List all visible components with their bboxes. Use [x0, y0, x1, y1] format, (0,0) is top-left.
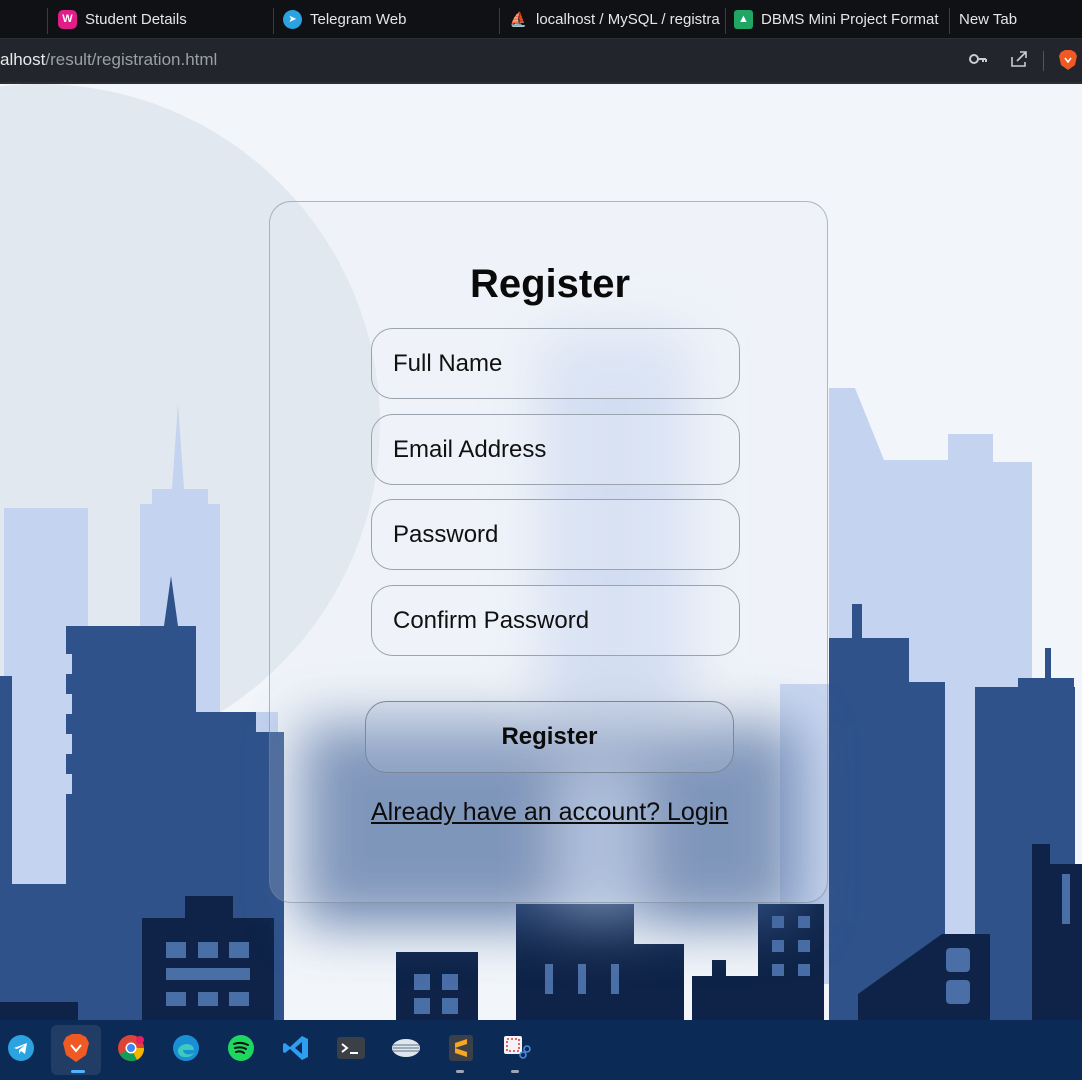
- tab-new-tab[interactable]: New Tab: [959, 0, 1069, 38]
- url-field[interactable]: alhost/result/registration.html: [0, 50, 217, 70]
- register-button[interactable]: Register: [365, 701, 734, 773]
- brave-icon[interactable]: [59, 1031, 93, 1065]
- tab-separator: [273, 8, 274, 34]
- browser-tab-strip: W Student Details ➤ Telegram Web ⛵ local…: [0, 0, 1082, 38]
- chrome-icon[interactable]: [114, 1031, 148, 1065]
- email-field[interactable]: Email Address: [371, 414, 740, 485]
- tab-label: DBMS Mini Project Format: [761, 10, 939, 28]
- tab-dbms-mini-project[interactable]: ▲ DBMS Mini Project Format: [734, 0, 946, 38]
- w3-icon: W: [58, 9, 77, 29]
- url-path: /result/registration.html: [45, 50, 218, 69]
- taskbar: [0, 1020, 1082, 1080]
- sublime-text-icon[interactable]: [444, 1031, 478, 1065]
- password-placeholder: Password: [393, 520, 499, 548]
- url-host: alhost: [0, 50, 46, 69]
- tab-label: Telegram Web: [310, 10, 407, 28]
- full-name-placeholder: Full Name: [393, 349, 503, 377]
- tab-separator: [725, 8, 726, 34]
- email-placeholder: Email Address: [393, 435, 547, 463]
- tab-label: New Tab: [959, 10, 1018, 28]
- telegram-icon[interactable]: [4, 1031, 38, 1065]
- tab-student-details[interactable]: W Student Details: [58, 0, 268, 38]
- vscode-icon[interactable]: [279, 1031, 313, 1065]
- tab-label: Student Details: [85, 10, 187, 28]
- confirm-password-field[interactable]: Confirm Password: [371, 585, 740, 656]
- tab-telegram-web[interactable]: ➤ Telegram Web: [283, 0, 493, 38]
- tab-phpmyadmin[interactable]: ⛵ localhost / MySQL / registra: [509, 0, 721, 38]
- running-indicator: [511, 1070, 519, 1073]
- phpmyadmin-icon: ⛵: [509, 10, 528, 27]
- tab-separator: [47, 8, 48, 34]
- database-icon[interactable]: [389, 1031, 423, 1065]
- tab-separator: [949, 8, 950, 34]
- terminal-icon[interactable]: [334, 1031, 368, 1065]
- tab-label: localhost / MySQL / registra: [536, 10, 720, 28]
- address-bar: alhost/result/registration.html: [0, 38, 1082, 83]
- google-classroom-icon: ▲: [734, 9, 753, 29]
- running-indicator: [456, 1070, 464, 1073]
- brave-lion-icon[interactable]: [1058, 49, 1078, 76]
- spotify-icon[interactable]: [224, 1031, 258, 1065]
- login-link[interactable]: Already have an account? Login: [371, 798, 728, 827]
- page-title: Register: [469, 262, 631, 306]
- key-icon[interactable]: [968, 50, 988, 73]
- snipping-tool-icon[interactable]: [499, 1031, 533, 1065]
- password-field[interactable]: Password: [371, 499, 740, 570]
- toolbar-divider: [1043, 51, 1044, 71]
- confirm-password-placeholder: Confirm Password: [393, 606, 590, 634]
- tab-separator: [499, 8, 500, 34]
- full-name-input[interactable]: Full Name: [371, 328, 740, 399]
- share-icon[interactable]: [1009, 50, 1029, 73]
- active-indicator: [71, 1070, 85, 1073]
- edge-icon[interactable]: [169, 1031, 203, 1065]
- telegram-icon: ➤: [283, 9, 302, 29]
